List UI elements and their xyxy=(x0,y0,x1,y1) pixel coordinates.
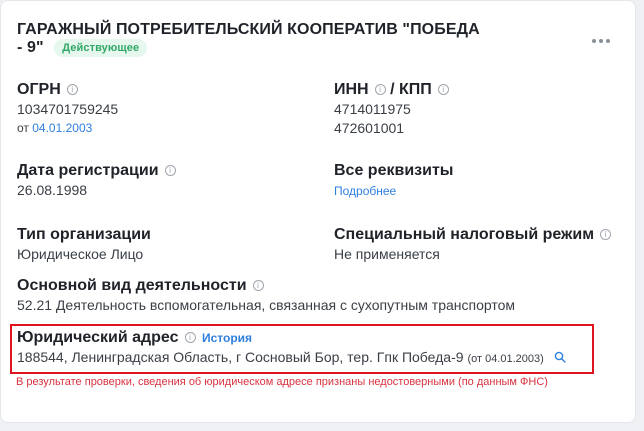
info-icon[interactable]: i xyxy=(164,165,176,176)
info-icon[interactable]: i xyxy=(252,280,264,291)
info-icon[interactable]: i xyxy=(374,84,386,95)
info-icon[interactable]: i xyxy=(184,332,196,343)
ogrn-date-link[interactable]: 04.01.2003 xyxy=(32,121,92,135)
requisites-label: Все реквизиты xyxy=(334,162,454,179)
address-history-link[interactable]: История xyxy=(202,331,252,345)
address-label: Юридический адрес xyxy=(17,329,179,346)
ogrn-label: ОГРН xyxy=(17,81,61,98)
search-icon[interactable] xyxy=(554,351,566,363)
kpp-label: КПП xyxy=(398,81,432,98)
tax-regime-field: Специальный налоговый режим i Не применяе… xyxy=(334,225,612,264)
address-value: 188544, Ленинградская Область, г Сосновы… xyxy=(17,349,464,365)
tax-regime-value: Не применяется xyxy=(334,246,440,262)
kpp-value: 472601001 xyxy=(334,120,405,136)
info-icon[interactable]: i xyxy=(437,84,449,95)
activity-label: Основной вид деятельности xyxy=(17,277,247,294)
registration-label: Дата регистрации xyxy=(17,162,159,179)
info-icon[interactable]: i xyxy=(66,84,78,95)
inn-kpp-separator: / xyxy=(390,81,395,98)
inn-label: ИНН xyxy=(334,81,369,98)
company-card: ГАРАЖНЫЙ ПОТРЕБИТЕЛЬСКИЙ КООПЕРАТИВ "ПОБ… xyxy=(0,0,636,423)
org-type-label: Тип организации xyxy=(17,226,151,243)
address-date-note: (от 04.01.2003) xyxy=(467,353,544,365)
inn-kpp-field: ИНН i / КПП i 4714011975 472601001 xyxy=(334,80,449,138)
address-field: Юридический адрес i История 188544, Ленин… xyxy=(17,328,566,369)
more-options-icon[interactable] xyxy=(592,39,612,45)
activity-field: Основной вид деятельности i 52.21 Деятель… xyxy=(17,276,515,315)
inn-value: 4714011975 xyxy=(334,101,411,117)
requisites-more-link[interactable]: Подробнее xyxy=(334,182,453,200)
registration-field: Дата регистрации i 26.08.1998 xyxy=(17,161,176,200)
org-type-field: Тип организации Юридическое Лицо xyxy=(17,225,151,264)
ogrn-from-prefix: от xyxy=(17,121,29,135)
ogrn-field: ОГРН i 1034701759245 от 04.01.2003 xyxy=(17,80,118,137)
org-type-value: Юридическое Лицо xyxy=(17,246,144,262)
tax-regime-label: Специальный налоговый режим xyxy=(334,226,595,243)
activity-value: 52.21 Деятельность вспомогательная, связ… xyxy=(17,297,516,313)
company-title-block: ГАРАЖНЫЙ ПОТРЕБИТЕЛЬСКИЙ КООПЕРАТИВ "ПОБ… xyxy=(17,21,487,57)
ogrn-value: 1034701759245 xyxy=(17,101,119,117)
status-badge: Действующее xyxy=(54,39,148,57)
requisites-field: Все реквизиты Подробнее xyxy=(334,161,453,200)
info-icon[interactable]: i xyxy=(600,229,612,240)
address-warning: В результате проверки, сведения об юриди… xyxy=(16,376,548,388)
registration-value: 26.08.1998 xyxy=(17,182,88,198)
